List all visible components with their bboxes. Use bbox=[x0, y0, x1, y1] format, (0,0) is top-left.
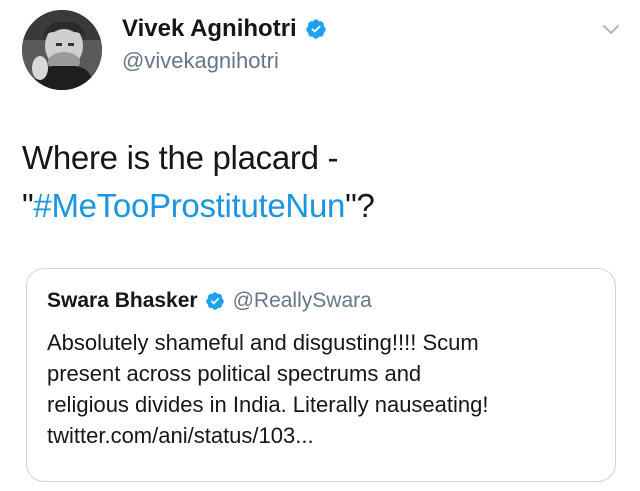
close-quote: "? bbox=[345, 187, 375, 224]
quoted-text-line: religious divides in India. Literally na… bbox=[47, 392, 489, 417]
open-quote: " bbox=[22, 187, 34, 224]
chevron-down-icon[interactable] bbox=[600, 18, 622, 40]
quoted-text-line: Absolutely shameful and disgusting!!!! S… bbox=[47, 330, 479, 355]
avatar[interactable] bbox=[22, 10, 102, 90]
verified-badge-icon bbox=[205, 291, 225, 311]
tweet-text-line-2: "#MeTooProstituteNun"? bbox=[22, 182, 612, 230]
quoted-author-handle: @ReallySwara bbox=[232, 289, 372, 312]
quoted-link[interactable]: twitter.com/ani/status/103... bbox=[47, 420, 607, 451]
tweet-card: Vivek Agnihotri @vivekagnihotri Where is… bbox=[0, 0, 640, 491]
quoted-text-line: present across political spectrums and bbox=[47, 361, 422, 386]
quoted-author-name: Swara Bhasker bbox=[47, 289, 198, 312]
author-display-name[interactable]: Vivek Agnihotri bbox=[122, 14, 297, 44]
author-block[interactable]: Vivek Agnihotri @vivekagnihotri bbox=[122, 14, 327, 76]
verified-badge-icon bbox=[305, 18, 327, 40]
tweet-text: Where is the placard - "#MeTooProstitute… bbox=[22, 134, 612, 230]
quoted-tweet-card[interactable]: Swara Bhasker @ReallySwara Absolutely sh… bbox=[26, 268, 616, 482]
author-handle[interactable]: @vivekagnihotri bbox=[122, 46, 327, 76]
tweet-text-line-1: Where is the placard - bbox=[22, 139, 339, 176]
hashtag-link[interactable]: #MeTooProstituteNun bbox=[33, 187, 345, 224]
quoted-tweet-text: Absolutely shameful and disgusting!!!! S… bbox=[47, 327, 607, 451]
author-name-row: Vivek Agnihotri bbox=[122, 14, 327, 44]
quoted-tweet-header: Swara Bhasker @ReallySwara bbox=[47, 287, 597, 315]
